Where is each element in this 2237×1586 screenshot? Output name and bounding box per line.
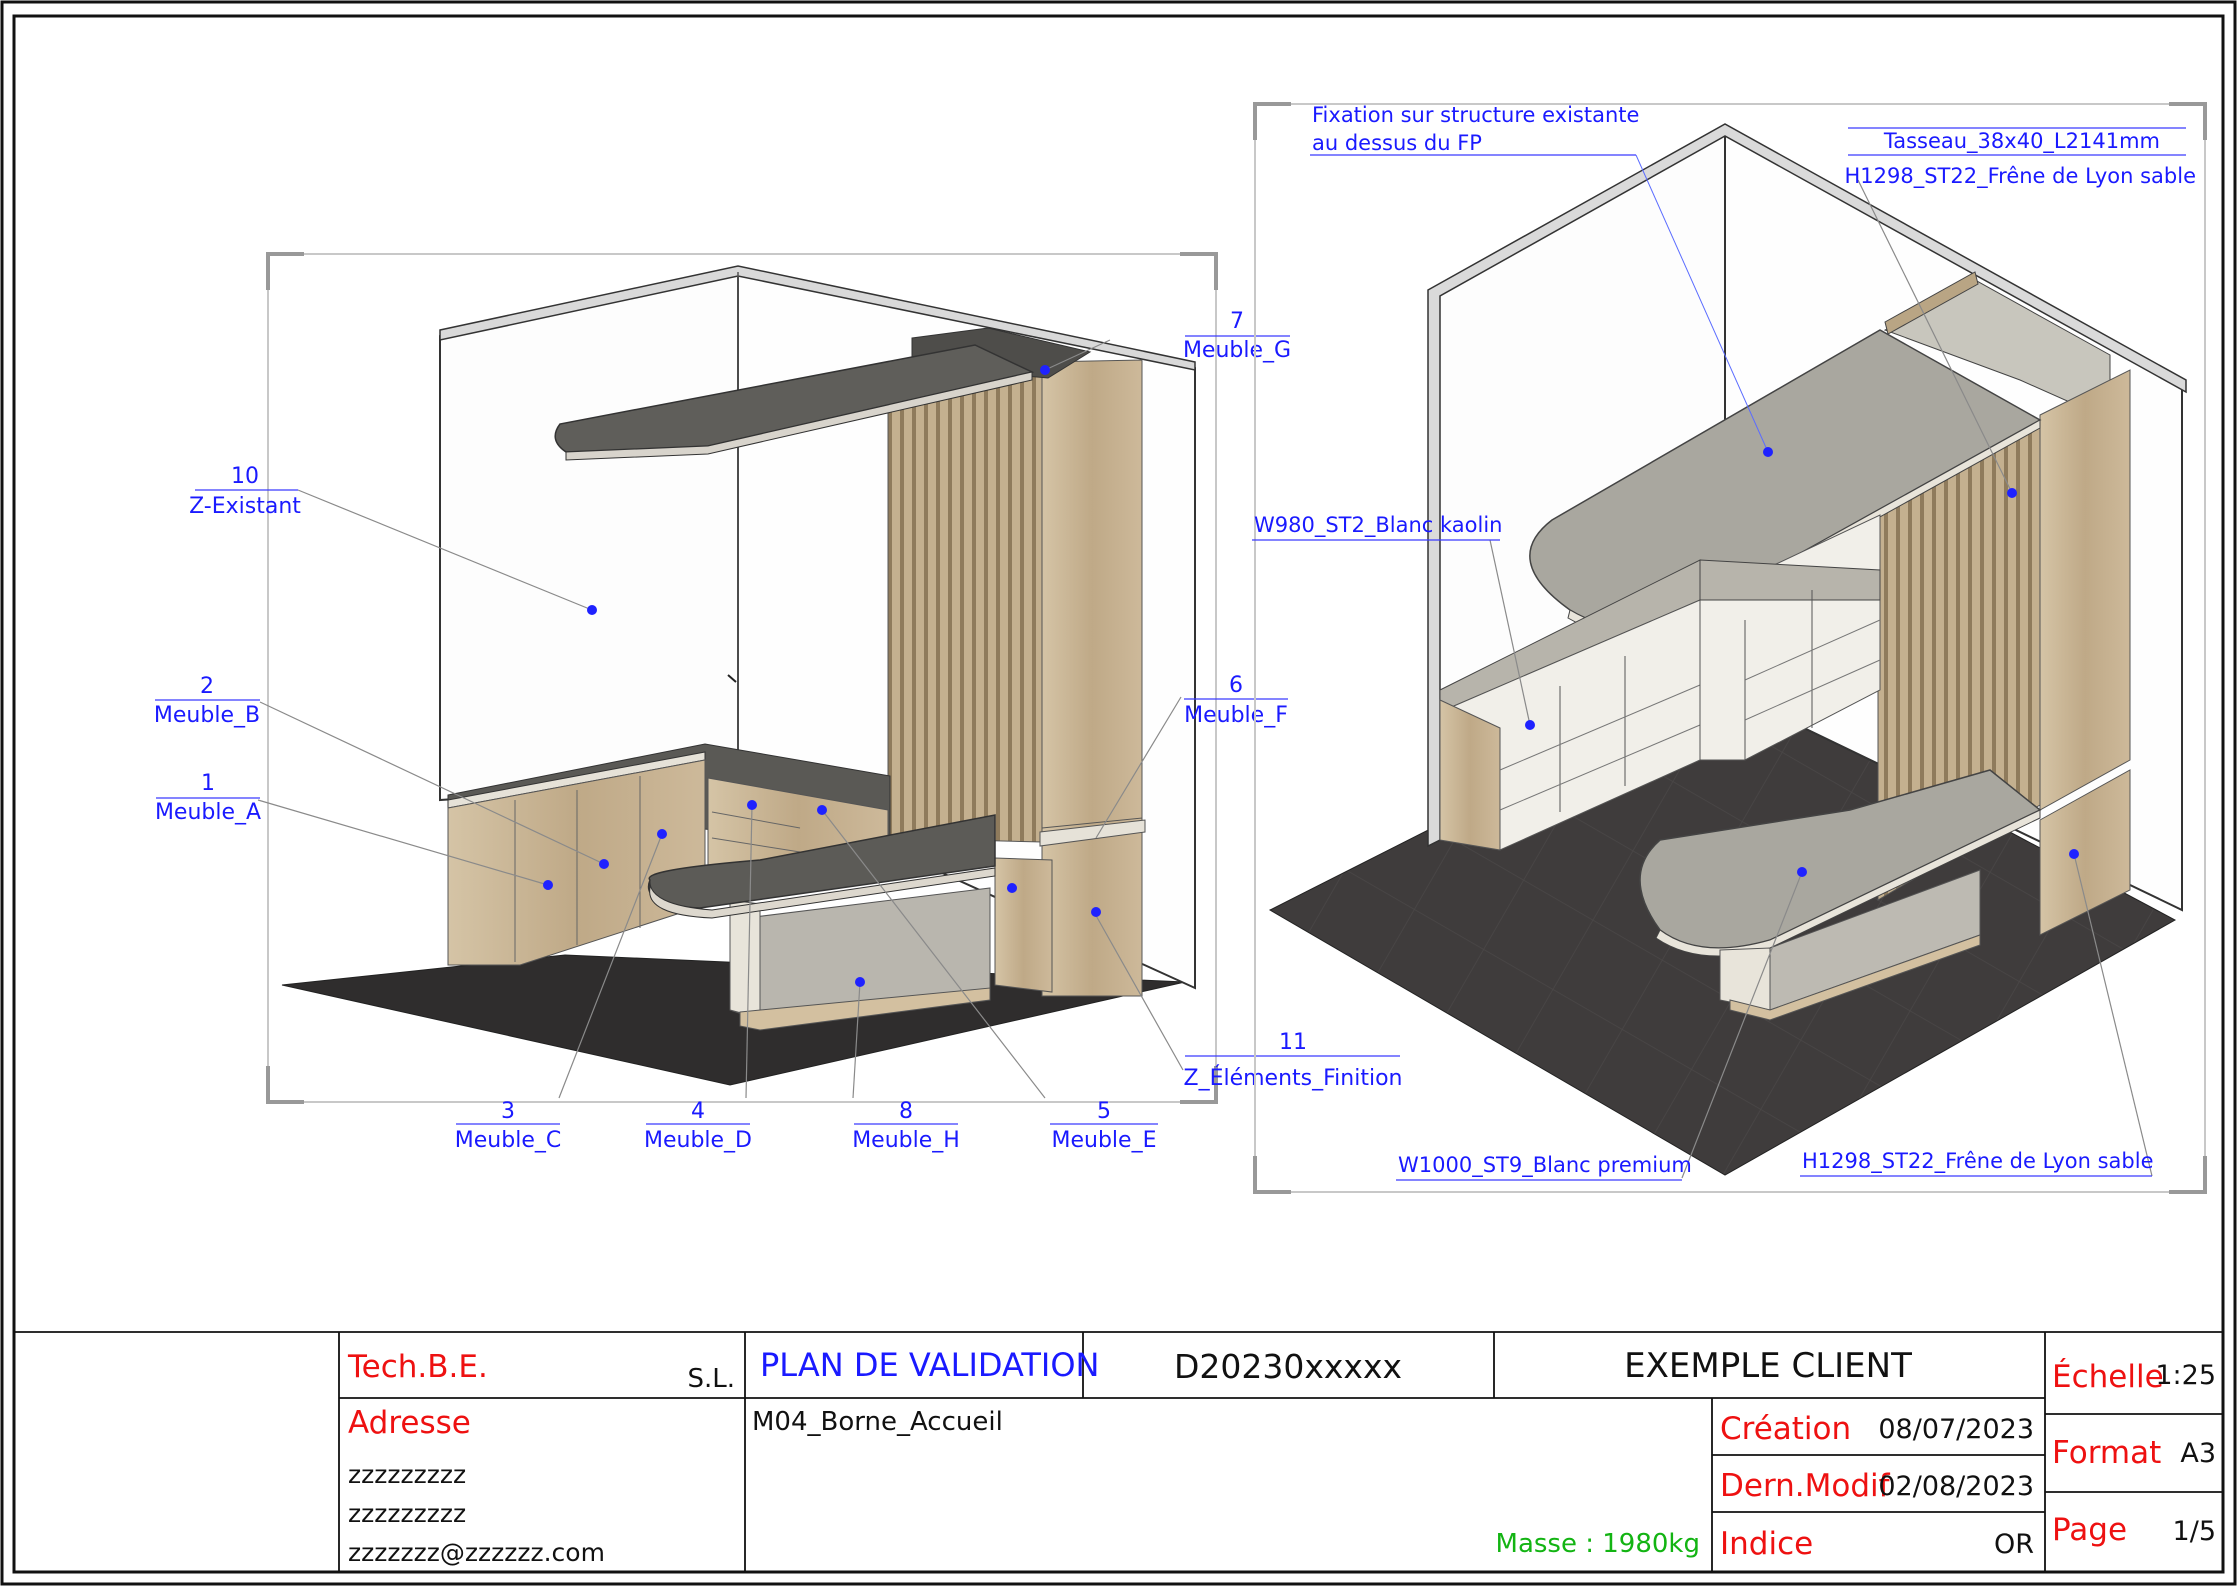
right-isometric-view — [1253, 102, 2207, 1194]
echelle-value: 1:25 — [2155, 1360, 2216, 1391]
modif-label: Dern.Modif — [1720, 1468, 1891, 1504]
svg-text:au dessus du FP: au dessus du FP — [1312, 131, 1482, 155]
indice-value: OR — [1994, 1529, 2034, 1560]
address-line-1: zzzzzzzzz — [348, 1460, 466, 1489]
label-tasseau: Tasseau_38x40_L2141mm H1298_ST22_Frêne d… — [1844, 127, 2196, 189]
svg-text:4: 4 — [691, 1099, 705, 1124]
company-suffix: S.L. — [687, 1364, 735, 1394]
page-label: Page — [2052, 1512, 2127, 1548]
label-meuble-h: 8 Meuble_H — [852, 1099, 960, 1153]
adresse-label: Adresse — [348, 1405, 471, 1441]
svg-text:1: 1 — [201, 771, 215, 796]
creation-date: 08/07/2023 — [1878, 1414, 2034, 1445]
svg-text:8: 8 — [899, 1099, 913, 1124]
company-name: Tech.B.E. — [347, 1349, 488, 1385]
plan-type: PLAN DE VALIDATION — [760, 1346, 1099, 1384]
client-name: EXEMPLE CLIENT — [1624, 1346, 1912, 1386]
echelle-label: Échelle — [2052, 1359, 2164, 1395]
label-meuble-a: 1 Meuble_A — [155, 771, 261, 825]
svg-text:10: 10 — [231, 464, 259, 489]
svg-text:W1000_ST9_Blanc premium: W1000_ST9_Blanc premium — [1398, 1153, 1692, 1178]
svg-text:5: 5 — [1097, 1099, 1111, 1124]
svg-text:Z_Éléments_Finition: Z_Éléments_Finition — [1184, 1065, 1403, 1091]
svg-text:Tasseau_38x40_L2141mm: Tasseau_38x40_L2141mm — [1883, 129, 2160, 154]
svg-text:Z-Existant: Z-Existant — [189, 494, 301, 519]
svg-text:6: 6 — [1229, 673, 1243, 698]
label-meuble-b: 2 Meuble_B — [154, 674, 260, 728]
drawing-sheet: 10 Z-Existant 2 Meuble_B 1 Meuble_A 7 Me… — [0, 0, 2237, 1586]
svg-text:11: 11 — [1279, 1030, 1307, 1055]
label-meuble-d: 4 Meuble_D — [644, 1099, 752, 1153]
label-meuble-e: 5 Meuble_E — [1050, 1099, 1158, 1153]
svg-text:Meuble_B: Meuble_B — [154, 703, 260, 728]
svg-text:Meuble_E: Meuble_E — [1052, 1128, 1157, 1153]
label-meuble-c: 3 Meuble_C — [455, 1099, 561, 1153]
svg-text:W980_ST2_Blanc kaolin: W980_ST2_Blanc kaolin — [1254, 513, 1503, 538]
label-z-existant: 10 Z-Existant — [189, 464, 301, 519]
indice-label: Indice — [1720, 1526, 1813, 1562]
project-name: M04_Borne_Accueil — [752, 1407, 1003, 1437]
label-fixation: Fixation sur structure existante au dess… — [1310, 103, 1639, 156]
address-line-2: zzzzzzzzz — [348, 1499, 466, 1528]
svg-text:3: 3 — [501, 1099, 515, 1124]
format-label: Format — [2052, 1435, 2161, 1471]
svg-text:Meuble_F: Meuble_F — [1184, 703, 1288, 728]
left-isometric-view — [266, 252, 1218, 1104]
label-blanc-premium: W1000_ST9_Blanc premium — [1396, 1153, 1692, 1181]
address-line-3: zzzzzzz@zzzzzz.com — [348, 1538, 605, 1567]
doc-number: D20230xxxxx — [1174, 1347, 1402, 1386]
format-value: A3 — [2180, 1438, 2216, 1469]
svg-text:Fixation sur structure existan: Fixation sur structure existante — [1312, 103, 1639, 127]
label-frene-bottom: H1298_ST22_Frêne de Lyon sable — [1800, 1149, 2154, 1177]
svg-text:2: 2 — [200, 674, 214, 699]
label-meuble-f: 6 Meuble_F — [1184, 673, 1288, 728]
masse: Masse : 1980kg — [1496, 1529, 1700, 1559]
svg-text:Meuble_C: Meuble_C — [455, 1128, 561, 1153]
svg-text:Meuble_A: Meuble_A — [155, 800, 261, 825]
svg-text:Meuble_D: Meuble_D — [644, 1128, 752, 1153]
svg-text:H1298_ST22_Frêne de Lyon sable: H1298_ST22_Frêne de Lyon sable — [1802, 1149, 2154, 1174]
svg-text:H1298_ST22_Frêne de Lyon sable: H1298_ST22_Frêne de Lyon sable — [1844, 164, 2196, 189]
svg-text:Meuble_H: Meuble_H — [852, 1128, 960, 1153]
creation-label: Création — [1720, 1411, 1851, 1447]
svg-text:Meuble_G: Meuble_G — [1183, 338, 1291, 363]
page-value: 1/5 — [2173, 1516, 2216, 1547]
label-meuble-g: 7 Meuble_G — [1183, 309, 1291, 363]
label-blanc-kaolin: W980_ST2_Blanc kaolin — [1252, 513, 1503, 541]
modif-date: 02/08/2023 — [1878, 1471, 2034, 1502]
svg-text:7: 7 — [1230, 309, 1244, 334]
